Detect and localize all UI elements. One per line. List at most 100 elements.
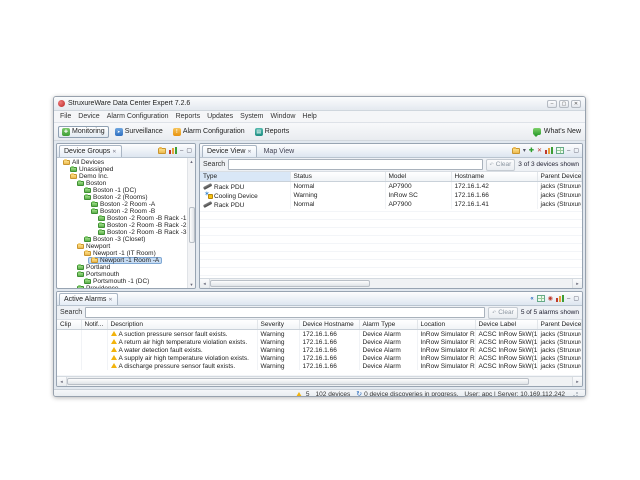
tree-item[interactable]: Portsmouth -1 (DC)	[57, 278, 195, 285]
tree-item[interactable]: Boston -2 (Rooms)	[57, 194, 195, 201]
alarm-hscrollbar[interactable]: ◄ ►	[57, 376, 582, 386]
alarm-search-input[interactable]	[85, 307, 485, 318]
dropdown-chevron-icon[interactable]: ▾	[523, 148, 526, 154]
alarm-column-header[interactable]: Severity	[257, 320, 299, 330]
alarm-table-icon[interactable]	[537, 295, 545, 302]
maximize-view-icon[interactable]: ▢	[573, 296, 579, 302]
perspective-button[interactable]: Monitoring	[58, 126, 109, 138]
maximize-view-icon[interactable]: ▢	[573, 148, 579, 154]
device-search-input[interactable]	[228, 159, 482, 170]
device-clear-button[interactable]: ↶ Clear	[486, 159, 516, 171]
device-row[interactable]: Cooling Device Warning InRow SC 172.16.1…	[200, 191, 582, 200]
menu-item[interactable]: Help	[302, 113, 316, 120]
scroll-thumb[interactable]	[67, 378, 529, 385]
tree-item[interactable]: Newport -1 (IT Room)	[57, 250, 195, 257]
tree-item[interactable]: All Devices	[57, 159, 195, 166]
alarm-chart-icon[interactable]	[556, 295, 564, 302]
device-column-header[interactable]: Type	[200, 172, 290, 182]
menu-item[interactable]: System	[240, 113, 263, 120]
tree-item[interactable]: Providence	[57, 285, 195, 288]
tab-close-icon[interactable]: ✕	[112, 149, 116, 155]
group-chart-icon[interactable]	[169, 147, 177, 154]
device-chart-icon[interactable]	[545, 147, 553, 154]
scroll-left-icon[interactable]: ◄	[200, 279, 210, 288]
whats-new-button[interactable]: What's New	[533, 128, 581, 135]
alarm-column-header[interactable]: Device Label	[475, 320, 537, 330]
tab-close-icon[interactable]: ✕	[108, 297, 112, 303]
alarm-clear-button[interactable]: ↶ Clear	[488, 307, 518, 319]
device-hscrollbar[interactable]: ◄ ►	[200, 278, 582, 288]
alarm-row[interactable]: A suction pressure sensor fault exists. …	[57, 330, 582, 339]
device-row[interactable]: Rack PDU Normal AP7900 172.16.1.42 jacks…	[200, 182, 582, 192]
scroll-thumb[interactable]	[189, 207, 195, 243]
tab-close-icon[interactable]: ✕	[247, 149, 251, 155]
scroll-down-icon[interactable]: ▼	[188, 281, 195, 288]
tree-scrollbar[interactable]: ▲ ▼	[187, 158, 195, 288]
minimize-view-icon[interactable]: –	[567, 296, 570, 302]
minimize-button[interactable]: –	[547, 100, 557, 108]
alarm-row[interactable]: A supply air high temperature violation …	[57, 354, 582, 362]
collapse-chevrons-icon[interactable]: «	[530, 296, 533, 302]
tree-item[interactable]: Portsmouth	[57, 271, 195, 278]
maximize-view-icon[interactable]: ▢	[186, 148, 192, 154]
tree-item[interactable]: Boston -2 Room -B Rack -1	[57, 215, 195, 222]
alarm-row[interactable]: A discharge pressure sensor fault exists…	[57, 362, 582, 370]
menu-item[interactable]: Device	[78, 113, 99, 120]
device-row[interactable]: Rack PDU Normal AP7900 172.16.1.41 jacks…	[200, 200, 582, 209]
resize-grip[interactable]	[571, 390, 579, 397]
tree-item[interactable]: Boston	[57, 180, 195, 187]
alarm-column-header[interactable]: Description	[107, 320, 257, 330]
tree-item[interactable]: Boston -2 Room -B Rack -2	[57, 222, 195, 229]
device-column-header[interactable]: Hostname	[451, 172, 537, 182]
minimize-view-icon[interactable]: –	[180, 148, 183, 154]
perspective-button[interactable]: Surveillance	[111, 126, 167, 138]
tree-item-label: Boston -2 Room -A	[100, 201, 155, 208]
scroll-right-icon[interactable]: ►	[572, 377, 582, 386]
tree-item[interactable]: Portland	[57, 264, 195, 271]
tree-item[interactable]: Demo Inc.	[57, 173, 195, 180]
alarm-column-header[interactable]: Clip	[57, 320, 81, 330]
group-action-folder-icon[interactable]	[512, 148, 520, 154]
menu-item[interactable]: File	[60, 113, 71, 120]
menu-item[interactable]: Reports	[176, 113, 201, 120]
tree-item[interactable]: Unassigned	[57, 166, 195, 173]
scroll-right-icon[interactable]: ►	[572, 279, 582, 288]
alarm-column-header[interactable]: Device Hostname	[299, 320, 359, 330]
tree-item[interactable]: Newport	[57, 243, 195, 250]
device-column-header[interactable]: Status	[290, 172, 385, 182]
maximize-button[interactable]: ▢	[559, 100, 569, 108]
tree-item[interactable]: Boston -2 Room -B	[57, 208, 195, 215]
new-group-folder-icon[interactable]	[158, 148, 166, 154]
device-column-header[interactable]: Parent Device	[537, 172, 582, 182]
perspective-button[interactable]: Reports	[251, 126, 294, 138]
alarm-row[interactable]: A return air high temperature violation …	[57, 338, 582, 346]
scroll-thumb[interactable]	[210, 280, 370, 287]
tab-device-view[interactable]: Device View ✕	[202, 145, 257, 157]
perspective-button[interactable]: Alarm Configuration	[169, 126, 249, 138]
tab-active-alarms[interactable]: Active Alarms ✕	[59, 293, 118, 305]
alarm-bell-icon[interactable]: ◉	[548, 296, 553, 302]
tab-device-groups[interactable]: Device Groups ✕	[59, 145, 122, 157]
menu-item[interactable]: Updates	[207, 113, 233, 120]
device-table-icon[interactable]	[556, 147, 564, 154]
scroll-up-icon[interactable]: ▲	[188, 158, 195, 165]
tree-item[interactable]: Newport -1 Room -A	[57, 257, 195, 264]
menu-item[interactable]: Alarm Configuration	[107, 113, 169, 120]
tree-item[interactable]: Boston -1 (DC)	[57, 187, 195, 194]
tree-item[interactable]: Boston -3 (Closet)	[57, 236, 195, 243]
tab-map-view[interactable]: Map View	[259, 145, 300, 157]
alarm-column-header[interactable]: Parent Device	[537, 320, 582, 330]
menu-item[interactable]: Window	[271, 113, 296, 120]
tree-item[interactable]: Boston -2 Room -A	[57, 201, 195, 208]
alarm-column-header[interactable]: Location	[417, 320, 475, 330]
add-device-icon[interactable]: ✚	[529, 148, 534, 154]
remove-device-icon[interactable]: ✕	[537, 148, 542, 154]
device-column-header[interactable]: Model	[385, 172, 451, 182]
alarm-column-header[interactable]: Alarm Type	[359, 320, 417, 330]
minimize-view-icon[interactable]: –	[567, 148, 570, 154]
alarm-row[interactable]: A water detection fault exists. Warning …	[57, 346, 582, 354]
scroll-left-icon[interactable]: ◄	[57, 377, 67, 386]
close-button[interactable]: ✕	[571, 100, 581, 108]
alarm-column-header[interactable]: Notif...	[81, 320, 107, 330]
tree-item[interactable]: Boston -2 Room -B Rack -3	[57, 229, 195, 236]
